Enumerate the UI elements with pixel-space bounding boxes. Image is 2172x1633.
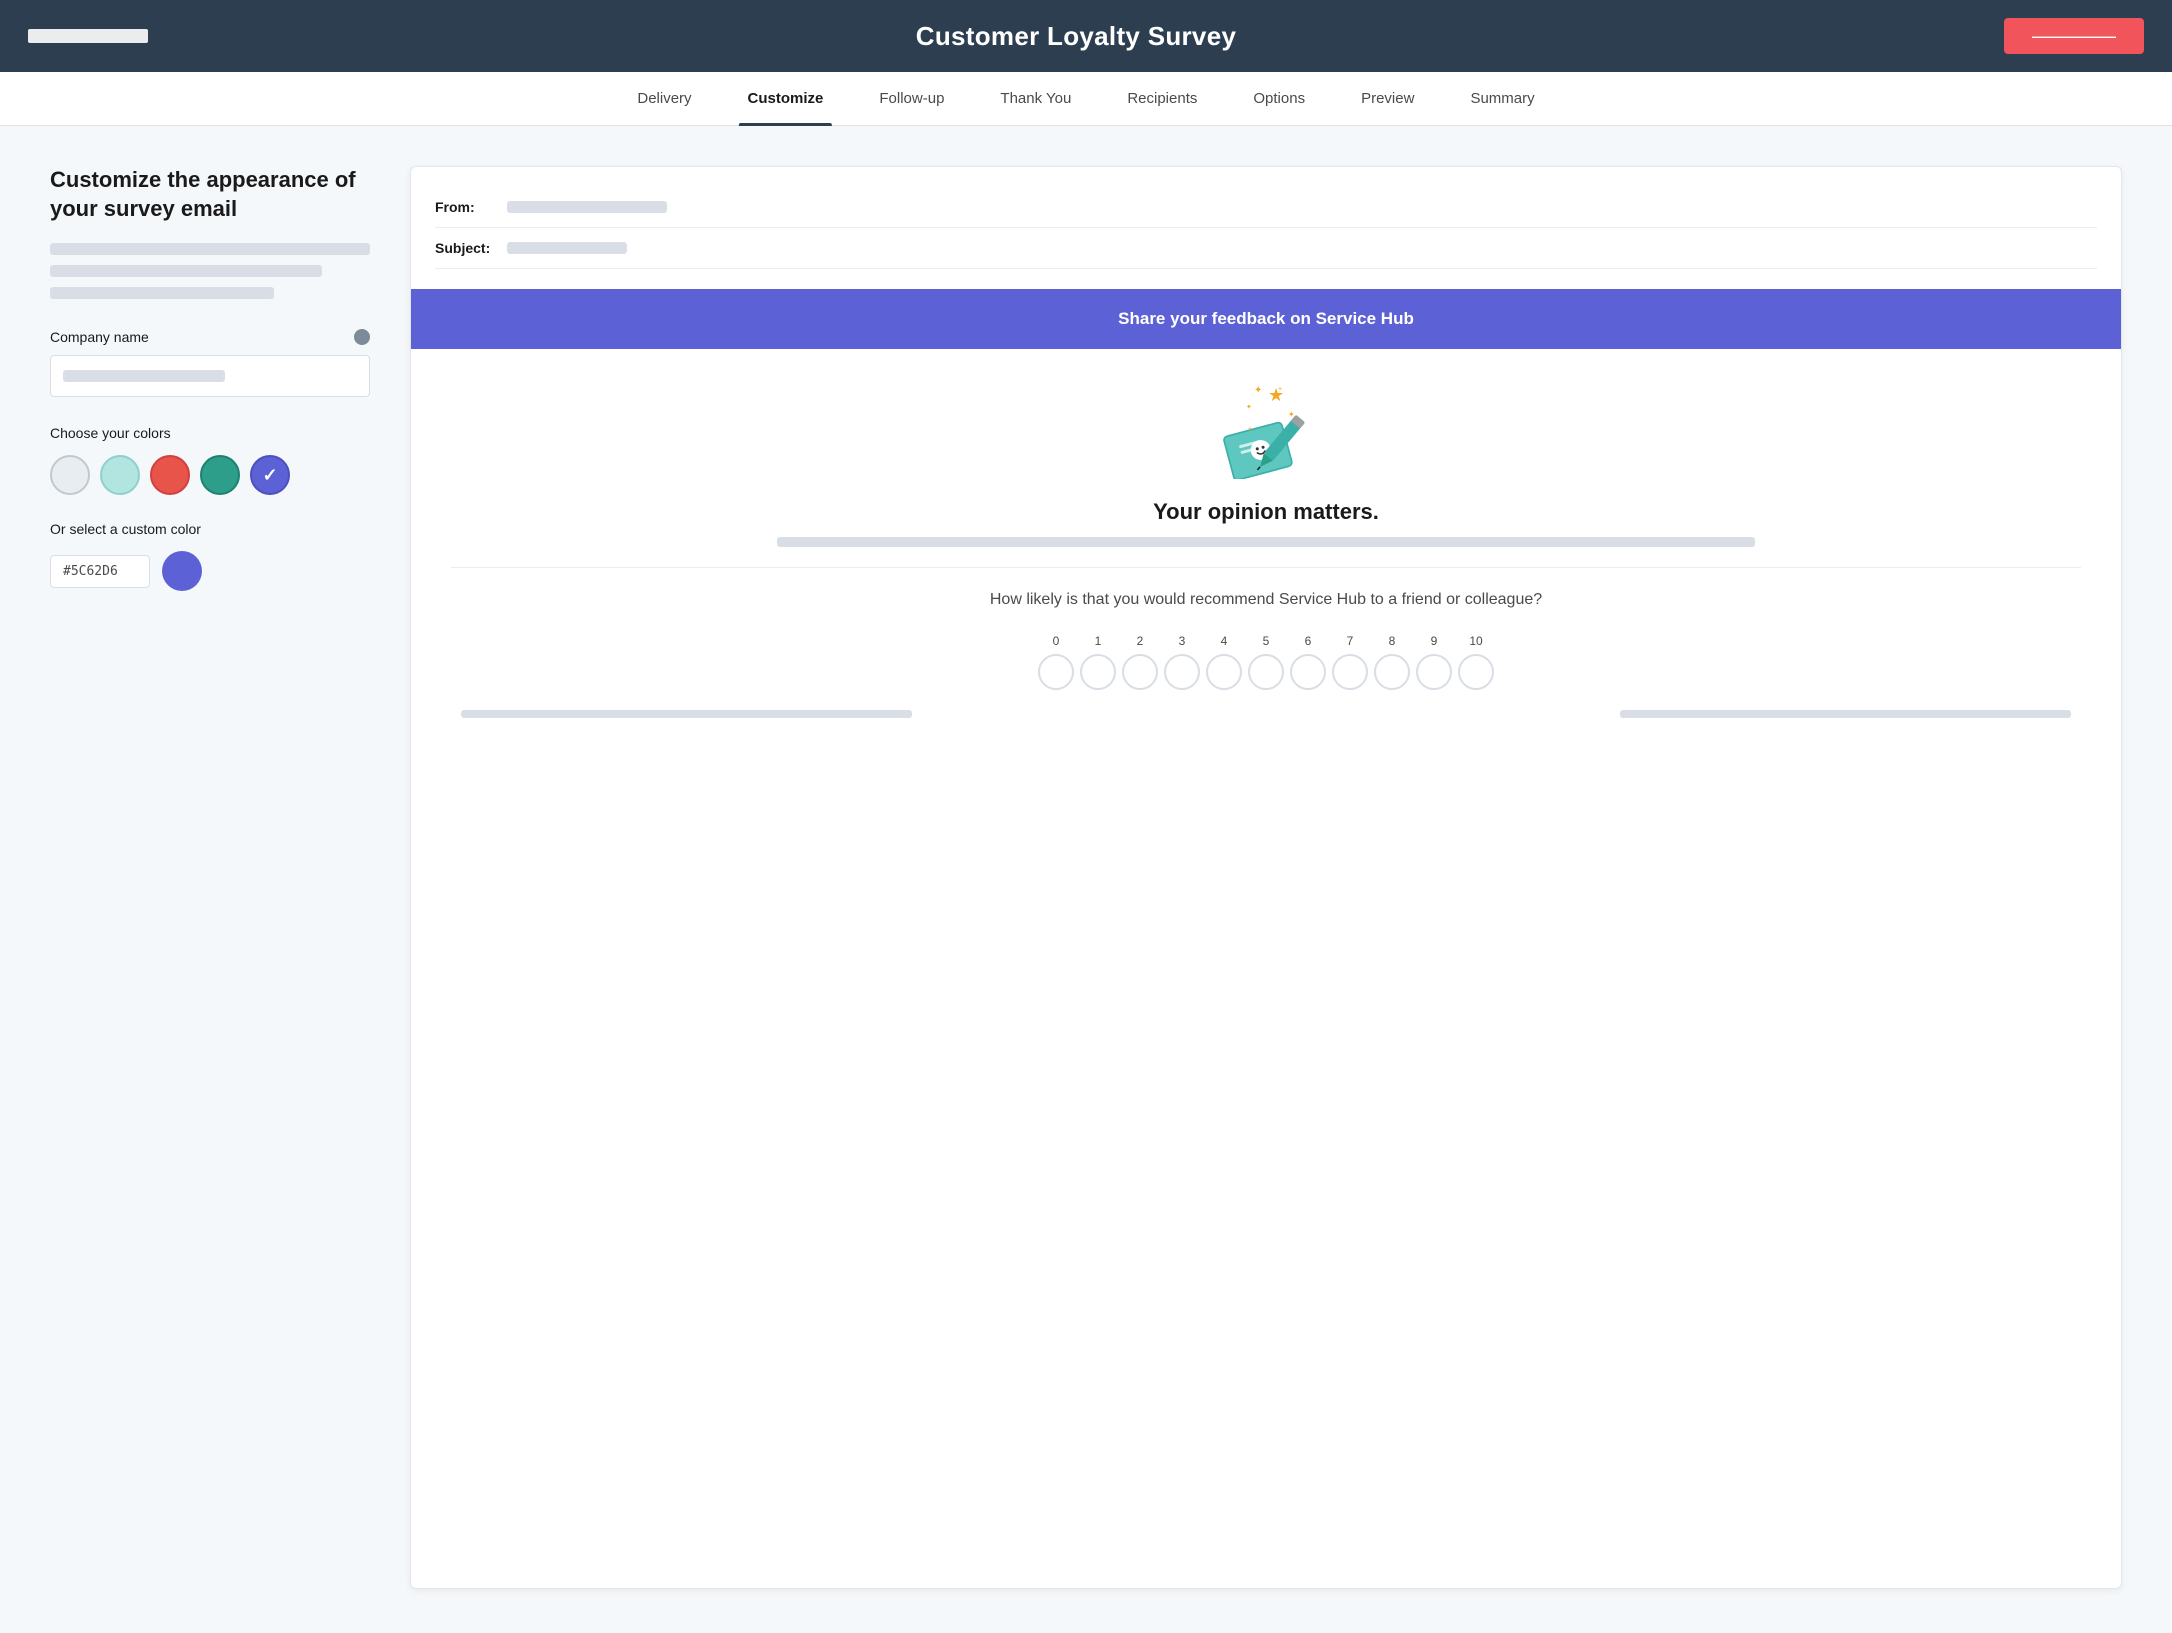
- header-action-button[interactable]: ——————: [2004, 18, 2144, 54]
- tab-summary[interactable]: Summary: [1442, 72, 1562, 125]
- tab-recipients[interactable]: Recipients: [1099, 72, 1225, 125]
- nps-label-3: 3: [1164, 634, 1200, 648]
- colors-label: Choose your colors: [50, 425, 370, 441]
- custom-color-preview[interactable]: [162, 551, 202, 591]
- tab-preview[interactable]: Preview: [1333, 72, 1442, 125]
- app-header: Customer Loyalty Survey ——————: [0, 0, 2172, 72]
- nps-circle-10[interactable]: [1458, 654, 1494, 690]
- footer-bar-right: [1620, 710, 2071, 718]
- email-footer-bars: [451, 710, 2081, 718]
- svg-text:+: +: [1248, 426, 1252, 433]
- color-swatch-teal-dark[interactable]: [200, 455, 240, 495]
- nps-circle-8[interactable]: [1374, 654, 1410, 690]
- nps-label-7: 7: [1332, 634, 1368, 648]
- nps-label-0: 0: [1038, 634, 1074, 648]
- skeleton-line-1: [50, 243, 370, 255]
- email-divider: [451, 567, 2081, 568]
- custom-color-label: Or select a custom color: [50, 521, 370, 537]
- color-swatch-teal-light[interactable]: [100, 455, 140, 495]
- color-swatch-purple[interactable]: [250, 455, 290, 495]
- colors-section: Choose your colors: [50, 425, 370, 495]
- nps-label-6: 6: [1290, 634, 1326, 648]
- color-swatch-red[interactable]: [150, 455, 190, 495]
- nps-circle-3[interactable]: [1164, 654, 1200, 690]
- nps-label-1: 1: [1080, 634, 1116, 648]
- nps-circle-9[interactable]: [1416, 654, 1452, 690]
- company-name-input[interactable]: [50, 355, 370, 397]
- company-name-section: Company name: [50, 329, 370, 397]
- svg-text:+: +: [1278, 386, 1282, 393]
- nps-label-8: 8: [1374, 634, 1410, 648]
- email-from-label: From:: [435, 199, 495, 215]
- email-subline-skeleton: [777, 537, 1755, 547]
- skeleton-line-3: [50, 287, 274, 299]
- nps-label-4: 4: [1206, 634, 1242, 648]
- nps-circles-row: [1038, 654, 1494, 690]
- nps-label-2: 2: [1122, 634, 1158, 648]
- skeleton-line-2: [50, 265, 322, 277]
- nps-circle-5[interactable]: [1248, 654, 1284, 690]
- nps-label-10: 10: [1458, 634, 1494, 648]
- nps-scale: 0 1 2 3 4 5 6 7 8 9 10: [451, 634, 2081, 690]
- page-title: Customer Loyalty Survey: [916, 21, 1236, 52]
- tab-follow-up[interactable]: Follow-up: [851, 72, 972, 125]
- email-body: ★ ✦ ✦ ✦ + + Your opinion matters. How li…: [411, 349, 2121, 748]
- nps-circle-2[interactable]: [1122, 654, 1158, 690]
- logo: [28, 29, 148, 43]
- email-preview-panel: From: Subject: Share your feedback on Se…: [410, 166, 2122, 1589]
- nps-labels-row: 0 1 2 3 4 5 6 7 8 9 10: [1038, 634, 1494, 648]
- email-from-value: [507, 201, 667, 213]
- main-content: Customize the appearance of your survey …: [0, 126, 2172, 1629]
- company-name-label-row: Company name: [50, 329, 370, 345]
- nps-circle-7[interactable]: [1332, 654, 1368, 690]
- email-headline: Your opinion matters.: [451, 499, 2081, 525]
- tab-thank-you[interactable]: Thank You: [972, 72, 1099, 125]
- nps-circle-1[interactable]: [1080, 654, 1116, 690]
- color-swatch-gray[interactable]: [50, 455, 90, 495]
- email-banner: Share your feedback on Service Hub: [411, 289, 2121, 349]
- hex-input[interactable]: [50, 555, 150, 588]
- nps-circle-0[interactable]: [1038, 654, 1074, 690]
- email-subject-value: [507, 242, 627, 254]
- left-panel: Customize the appearance of your survey …: [50, 166, 370, 1589]
- tab-customize[interactable]: Customize: [720, 72, 852, 125]
- svg-text:✦: ✦: [1288, 410, 1295, 419]
- custom-color-row: [50, 551, 370, 591]
- nps-label-9: 9: [1416, 634, 1452, 648]
- custom-color-section: Or select a custom color: [50, 521, 370, 591]
- nps-circle-6[interactable]: [1290, 654, 1326, 690]
- color-swatches: [50, 455, 370, 495]
- nps-label-5: 5: [1248, 634, 1284, 648]
- footer-bar-left: [461, 710, 912, 718]
- nav-tabs: Delivery Customize Follow-up Thank You R…: [0, 72, 2172, 126]
- svg-text:✦: ✦: [1246, 403, 1252, 411]
- tab-options[interactable]: Options: [1225, 72, 1333, 125]
- email-subject-label: Subject:: [435, 240, 495, 256]
- email-from-row: From:: [435, 187, 2097, 228]
- email-header-fields: From: Subject:: [411, 167, 2121, 289]
- panel-title: Customize the appearance of your survey …: [50, 166, 370, 223]
- email-question: How likely is that you would recommend S…: [451, 588, 2081, 612]
- company-name-input-placeholder: [63, 370, 225, 382]
- tab-delivery[interactable]: Delivery: [609, 72, 719, 125]
- company-name-toggle[interactable]: [354, 329, 370, 345]
- svg-text:✦: ✦: [1254, 385, 1262, 396]
- company-name-label: Company name: [50, 329, 149, 345]
- email-illustration: ★ ✦ ✦ ✦ + +: [1206, 379, 1326, 479]
- nps-circle-4[interactable]: [1206, 654, 1242, 690]
- email-banner-text: Share your feedback on Service Hub: [1118, 309, 1414, 328]
- email-subject-row: Subject:: [435, 228, 2097, 269]
